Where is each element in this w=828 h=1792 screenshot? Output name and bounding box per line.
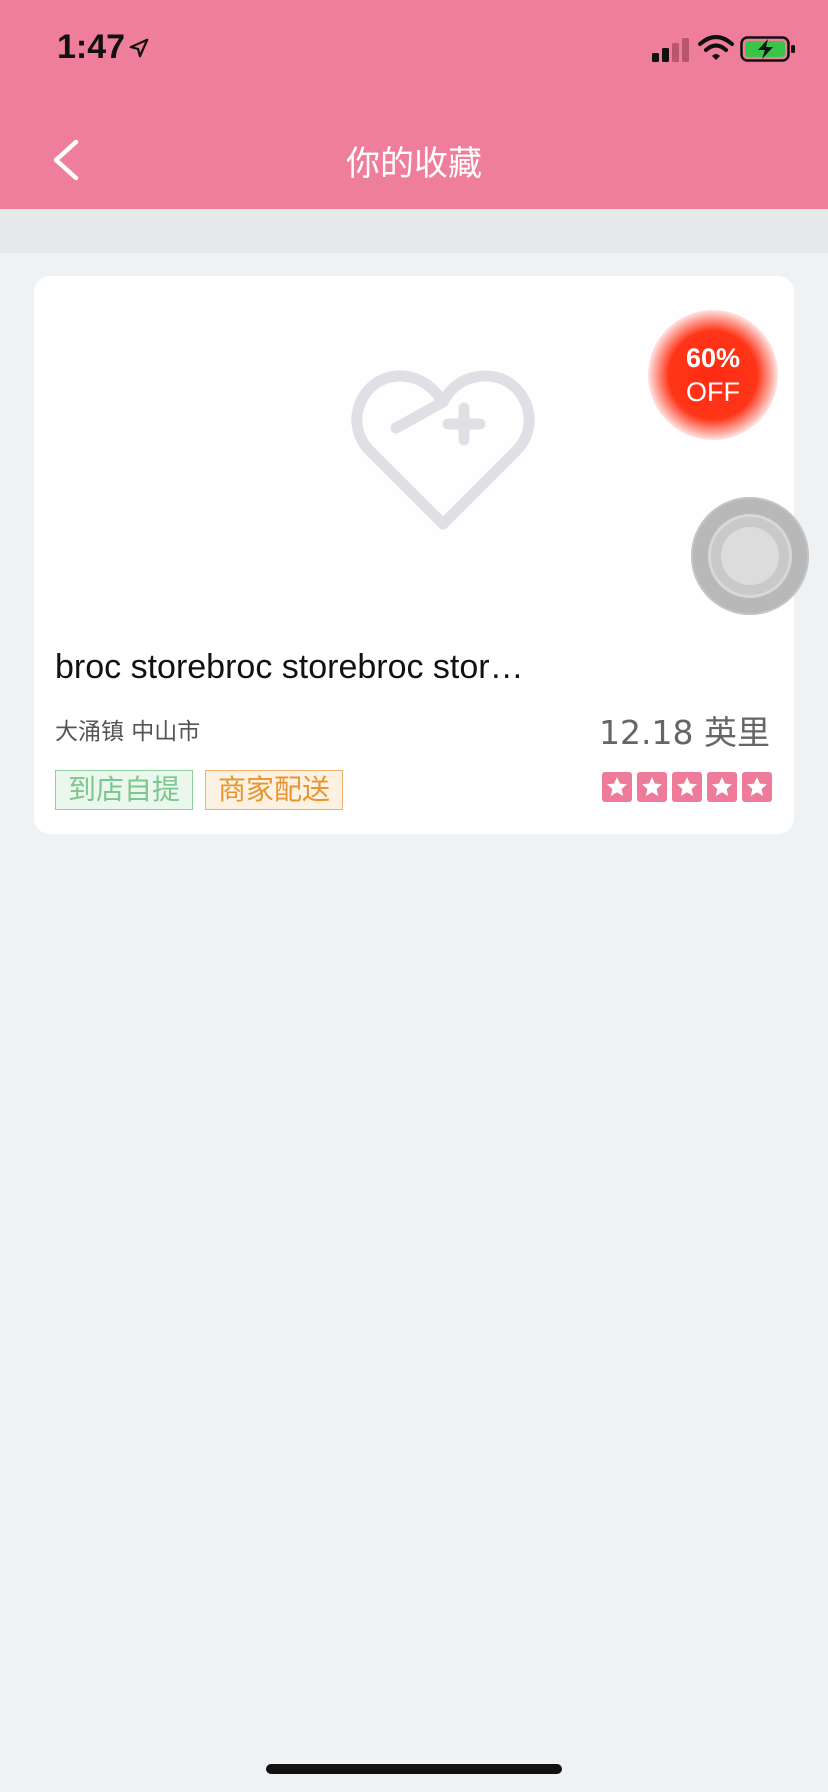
assistive-touch-button[interactable]	[691, 497, 809, 615]
cellular-signal-icon	[652, 38, 689, 62]
tag-pickup: 到店自提	[55, 770, 194, 810]
home-indicator	[266, 1764, 562, 1774]
star-icon	[672, 772, 702, 802]
app-header: 1:47 你的收藏	[0, 0, 828, 209]
star-icon	[742, 772, 772, 802]
store-location: 大涌镇 中山市	[55, 719, 201, 745]
star-icon	[602, 772, 632, 802]
heart-plus-icon	[351, 370, 535, 530]
star-icon	[637, 772, 667, 802]
page-title: 你的收藏	[346, 144, 482, 184]
assistive-touch-core	[721, 527, 779, 585]
store-rating	[602, 772, 772, 802]
tag-delivery: 商家配送	[205, 770, 344, 810]
battery-charging-icon	[740, 36, 795, 62]
store-distance: 12.18 英里	[599, 713, 770, 752]
discount-label: OFF	[686, 377, 740, 407]
discount-percent: 60%	[685, 343, 741, 373]
wifi-icon	[698, 35, 734, 60]
service-tags: 到店自提 商家配送	[55, 770, 344, 810]
favorite-store-card[interactable]: 60% OFF broc storebroc storebroc stor… 大…	[34, 276, 809, 834]
star-icon	[707, 772, 737, 802]
location-arrow-icon	[129, 38, 149, 58]
store-name: broc storebroc storebroc stor…	[55, 648, 524, 686]
filter-bar	[0, 209, 828, 253]
assistive-touch-ring	[708, 514, 792, 598]
status-time: 1:47	[57, 28, 126, 66]
discount-badge: 60% OFF	[648, 310, 778, 440]
